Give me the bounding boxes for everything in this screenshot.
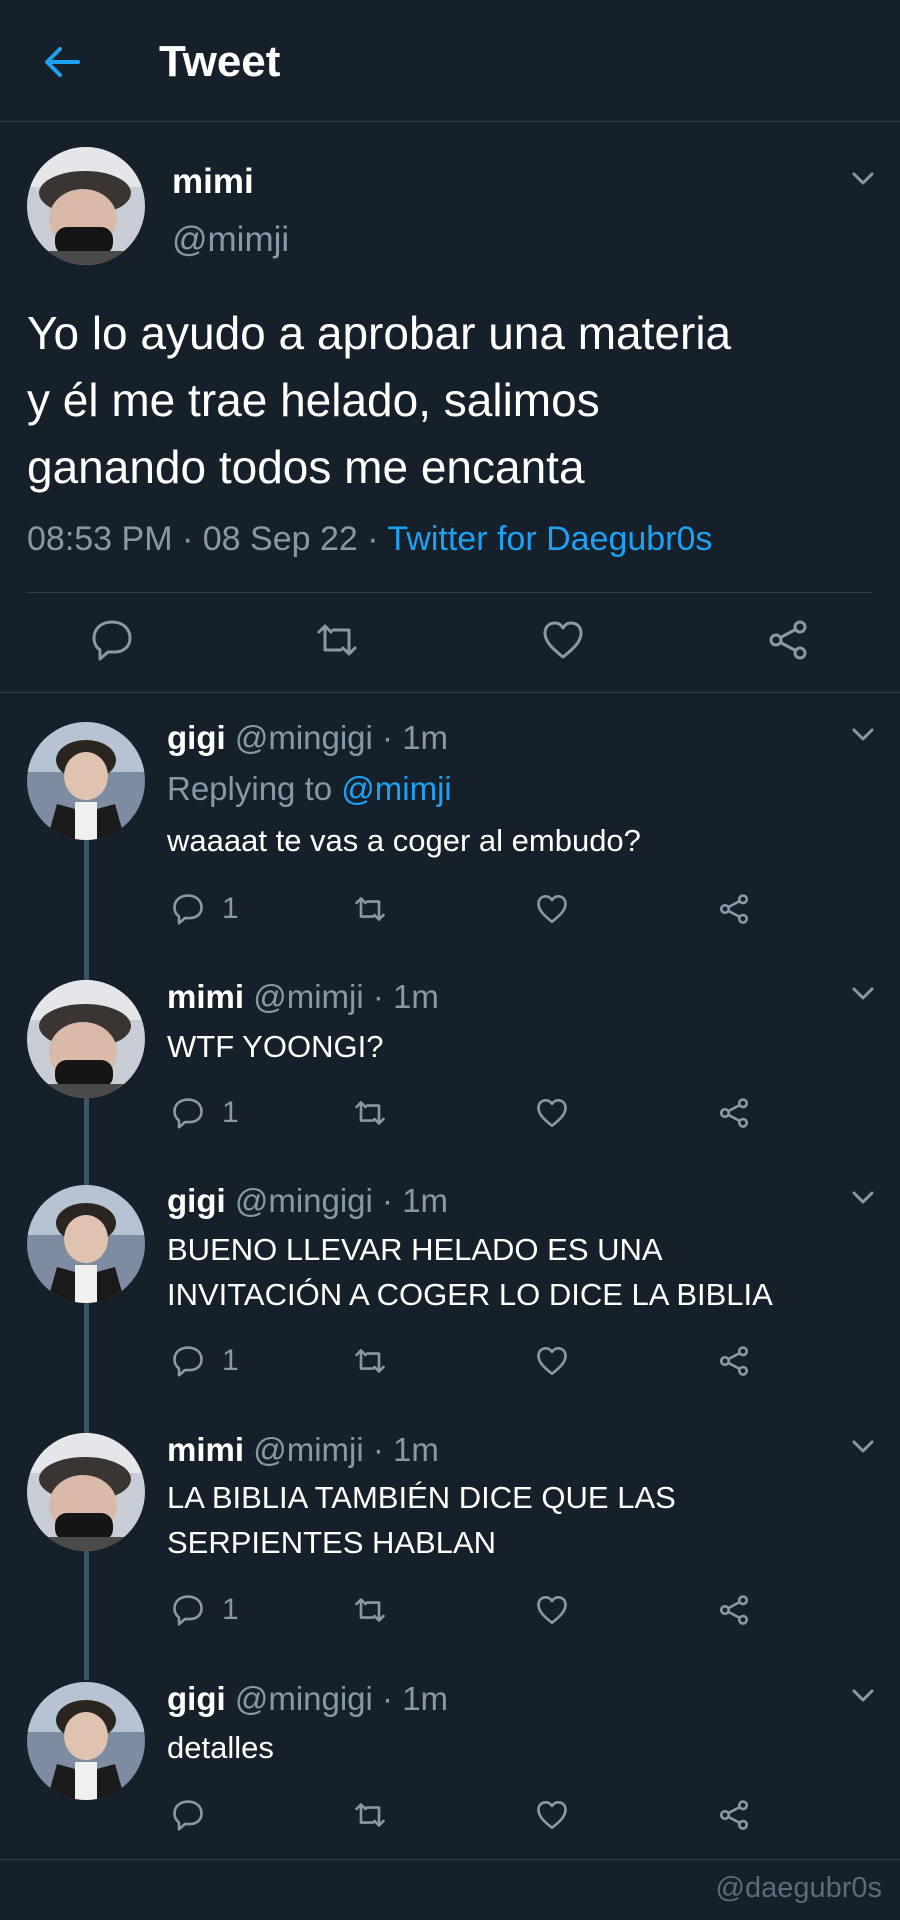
author-name[interactable]: gigi bbox=[167, 719, 226, 756]
chevron-down-icon[interactable] bbox=[848, 164, 878, 194]
meta-separator: · bbox=[372, 719, 403, 756]
reply-time: 1m bbox=[393, 1431, 439, 1468]
reply-text: LA BIBLIA TAMBIÉN DICE QUE LAS SERPIENTE… bbox=[167, 1480, 676, 1560]
retweet-icon[interactable] bbox=[352, 1095, 388, 1131]
reply-time: 1m bbox=[393, 978, 439, 1015]
divider bbox=[0, 1859, 900, 1860]
author-handle[interactable]: @mingigi bbox=[235, 719, 373, 756]
like-icon[interactable] bbox=[534, 1343, 570, 1379]
like-icon[interactable] bbox=[534, 891, 570, 927]
top-bar: Tweet bbox=[0, 0, 900, 122]
replying-to-handle[interactable]: @mimji bbox=[341, 770, 451, 807]
meta-separator: · bbox=[372, 1680, 403, 1717]
reply-header: gigi @mingigi · 1m bbox=[167, 1679, 448, 1719]
tweet-source[interactable]: Twitter for Daegubr0s bbox=[387, 520, 712, 558]
page-title: Tweet bbox=[159, 37, 281, 86]
reply-header: gigi @mingigi · 1m bbox=[167, 718, 448, 758]
avatar-gigi[interactable] bbox=[27, 722, 145, 840]
avatar-mimi[interactable] bbox=[27, 147, 145, 265]
avatar-mimi[interactable] bbox=[27, 980, 145, 1098]
like-icon[interactable] bbox=[534, 1797, 570, 1833]
reply-text: WTF YOONGI? bbox=[167, 1029, 384, 1064]
replying-to: Replying to @mimji bbox=[167, 769, 452, 809]
chevron-down-icon[interactable] bbox=[848, 979, 878, 1009]
meta-separator: · bbox=[372, 1182, 403, 1219]
chevron-down-icon[interactable] bbox=[848, 720, 878, 750]
reply-text: detalles bbox=[167, 1730, 274, 1765]
chevron-down-icon[interactable] bbox=[848, 1432, 878, 1462]
reply-icon[interactable] bbox=[170, 1343, 206, 1379]
divider bbox=[0, 692, 900, 693]
retweet-icon[interactable] bbox=[352, 891, 388, 927]
avatar-gigi[interactable] bbox=[27, 1185, 145, 1303]
reply-time: 1m bbox=[402, 1680, 449, 1717]
avatar-gigi[interactable] bbox=[27, 1682, 145, 1800]
tweet-meta: 08:53 PM · 08 Sep 22 · Twitter for Daegu… bbox=[27, 518, 712, 560]
reply-time: 1m bbox=[402, 719, 449, 756]
author-handle[interactable]: @mimji bbox=[172, 219, 289, 261]
reply-count: 1 bbox=[222, 1593, 239, 1626]
author-name[interactable]: mimi bbox=[172, 161, 254, 203]
back-arrow-icon[interactable] bbox=[38, 38, 86, 86]
meta-separator: · bbox=[357, 520, 388, 558]
meta-separator: · bbox=[363, 978, 394, 1015]
like-icon[interactable] bbox=[539, 616, 587, 664]
reply-header: mimi @mimji · 1m bbox=[167, 977, 439, 1017]
chevron-down-icon[interactable] bbox=[848, 1681, 878, 1711]
author-name[interactable]: gigi bbox=[167, 1182, 226, 1219]
reply-time: 1m bbox=[402, 1182, 449, 1219]
tweet-time: 08:53 PM bbox=[27, 520, 173, 558]
reply-text: BUENO LLEVAR HELADO ES UNA INVITACIÓN A … bbox=[167, 1232, 773, 1312]
reply-count: 1 bbox=[222, 1096, 239, 1129]
retweet-icon[interactable] bbox=[352, 1343, 388, 1379]
reply-icon[interactable] bbox=[170, 1797, 206, 1833]
meta-separator: · bbox=[363, 1431, 394, 1468]
author-handle[interactable]: @mingigi bbox=[235, 1680, 373, 1717]
reply-count: 1 bbox=[222, 1344, 239, 1377]
share-icon[interactable] bbox=[716, 1592, 752, 1628]
replying-to-label: Replying to bbox=[167, 770, 342, 807]
avatar-mimi[interactable] bbox=[27, 1433, 145, 1551]
watermark: @daegubr0s bbox=[715, 1872, 883, 1904]
reply-icon[interactable] bbox=[170, 1592, 206, 1628]
tweet-date: 08 Sep 22 bbox=[202, 520, 358, 558]
divider bbox=[27, 592, 873, 593]
author-name[interactable]: gigi bbox=[167, 1680, 226, 1717]
author-name[interactable]: mimi bbox=[167, 1431, 244, 1468]
share-icon[interactable] bbox=[716, 1797, 752, 1833]
reply-icon[interactable] bbox=[170, 891, 206, 927]
reply-text: waaaat te vas a coger al embudo? bbox=[167, 823, 641, 858]
author-handle[interactable]: @mimji bbox=[253, 1431, 363, 1468]
tweet-text: Yo lo ayudo a aprobar una materia y él m… bbox=[27, 307, 732, 493]
share-icon[interactable] bbox=[764, 616, 812, 664]
retweet-icon[interactable] bbox=[313, 616, 361, 664]
reply-count: 1 bbox=[222, 892, 239, 925]
reply-header: gigi @mingigi · 1m bbox=[167, 1181, 448, 1221]
like-icon[interactable] bbox=[534, 1095, 570, 1131]
meta-separator: · bbox=[172, 520, 203, 558]
share-icon[interactable] bbox=[716, 891, 752, 927]
author-handle[interactable]: @mingigi bbox=[235, 1182, 373, 1219]
retweet-icon[interactable] bbox=[352, 1592, 388, 1628]
retweet-icon[interactable] bbox=[352, 1797, 388, 1833]
reply-header: mimi @mimji · 1m bbox=[167, 1430, 439, 1470]
share-icon[interactable] bbox=[716, 1095, 752, 1131]
reply-icon[interactable] bbox=[170, 1095, 206, 1131]
chevron-down-icon[interactable] bbox=[848, 1183, 878, 1213]
reply-icon[interactable] bbox=[88, 616, 136, 664]
author-name[interactable]: mimi bbox=[167, 978, 244, 1015]
share-icon[interactable] bbox=[716, 1343, 752, 1379]
author-handle[interactable]: @mimji bbox=[253, 978, 363, 1015]
like-icon[interactable] bbox=[534, 1592, 570, 1628]
